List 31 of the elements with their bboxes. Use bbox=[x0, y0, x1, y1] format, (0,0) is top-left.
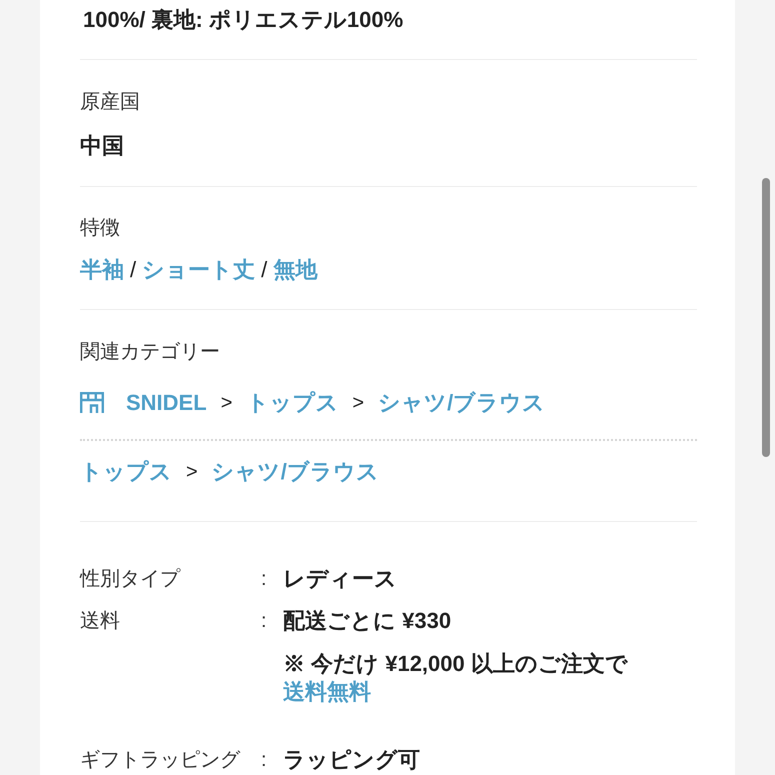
breadcrumb-separator: > bbox=[220, 391, 232, 416]
shipping-note: ※ 今だけ ¥12,000 以上のご注文で 送料無料 bbox=[283, 650, 629, 706]
category-link[interactable]: シャツ/ブラウス bbox=[212, 456, 379, 488]
spec-colon: : bbox=[260, 748, 267, 773]
spec-value: 配送ごとに ¥330 bbox=[283, 607, 452, 635]
spec-value: ラッピング可 bbox=[283, 746, 420, 774]
brand-link[interactable]: SNIDEL bbox=[126, 387, 207, 419]
section-label: 特徴 bbox=[80, 216, 121, 241]
spec-colon: : bbox=[260, 609, 267, 634]
section-value: 中国 bbox=[80, 132, 125, 160]
free-shipping-link[interactable]: 送料無料 bbox=[283, 679, 371, 704]
section-label: 関連カテゴリー bbox=[80, 340, 221, 365]
scrollbar-thumb[interactable] bbox=[762, 178, 770, 457]
category-link[interactable]: トップス bbox=[80, 456, 172, 488]
spec-colon: : bbox=[260, 567, 267, 592]
value-text: 100%/ 裏地: ポリエステル100% bbox=[82, 6, 404, 34]
storefront-icon bbox=[80, 392, 104, 414]
feature-link[interactable]: ショート丈 bbox=[142, 254, 256, 286]
feature-link[interactable]: 無地 bbox=[273, 254, 318, 286]
link-separator: / bbox=[130, 256, 136, 284]
category-link[interactable]: トップス bbox=[246, 387, 338, 419]
spec-label: 性別タイプ bbox=[80, 567, 182, 592]
breadcrumb-separator: > bbox=[352, 391, 364, 416]
feature-link[interactable]: 半袖 bbox=[80, 254, 124, 286]
spec-label: ギフトラッピング bbox=[80, 748, 242, 773]
section-label: 原産国 bbox=[80, 90, 141, 115]
category-link[interactable]: シャツ/ブラウス bbox=[378, 387, 546, 419]
spec-label: 送料 bbox=[80, 609, 121, 634]
breadcrumb-separator: > bbox=[186, 460, 198, 485]
link-separator: / bbox=[261, 256, 268, 284]
spec-value: レディース bbox=[283, 565, 397, 593]
